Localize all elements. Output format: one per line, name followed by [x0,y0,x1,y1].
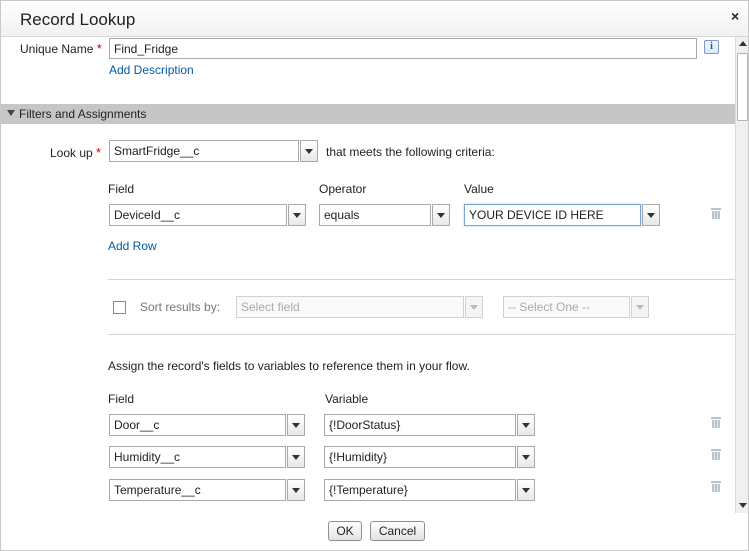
sort-field-select[interactable]: Select field [236,296,484,318]
chevron-down-icon[interactable] [300,140,318,162]
add-description-link[interactable]: Add Description [109,63,194,77]
assignment-variable-header: Variable [325,392,369,406]
chevron-down-icon[interactable] [287,479,305,501]
assignment-variable-select[interactable]: {!Humidity} [324,446,535,468]
assignment-field-select[interactable]: Door__c [109,414,305,436]
unique-name-input[interactable]: Find_Fridge [109,38,697,59]
assignment-variable-value: {!DoorStatus} [324,414,516,436]
chevron-down-icon[interactable] [465,296,483,318]
assignment-variable-value: {!Humidity} [324,446,516,468]
sort-results-label: Sort results by: [140,300,221,314]
assignment-field-value: Temperature__c [109,479,286,501]
delete-assignment-row-trash-icon[interactable] [711,449,721,460]
assignment-variable-select[interactable]: {!DoorStatus} [324,414,535,436]
filter-value-header: Value [464,182,494,196]
vertical-scrollbar[interactable] [735,37,748,513]
divider [108,334,735,335]
lookup-label: Look up * [50,145,102,160]
scroll-thumb[interactable] [737,53,748,121]
lookup-object-select[interactable]: SmartFridge__c [109,140,318,162]
filters-section-title: Filters and Assignments [19,107,147,121]
unique-name-label: Unique Name * [20,41,102,56]
chevron-down-icon[interactable] [287,414,305,436]
assignment-intro-text: Assign the record's fields to variables … [108,359,470,373]
delete-assignment-row-trash-icon[interactable] [711,417,721,428]
filter-field-select[interactable]: DeviceId__c [109,204,306,226]
delete-assignment-row-trash-icon[interactable] [711,481,721,492]
close-icon[interactable]: × [731,8,739,24]
sort-results-checkbox[interactable] [113,301,126,314]
collapse-triangle-icon [7,110,15,116]
info-icon[interactable]: i [704,40,719,54]
chevron-down-icon[interactable] [432,204,450,226]
ok-button[interactable]: OK [328,521,362,541]
lookup-object-value: SmartFridge__c [109,140,299,162]
cancel-button[interactable]: Cancel [370,521,425,541]
record-lookup-dialog: Record Lookup × Unique Name * Find_Fridg… [0,0,749,551]
assignment-field-header: Field [108,392,135,406]
scroll-up-arrow-icon[interactable] [736,37,748,51]
filter-value-dropdown[interactable] [642,204,660,226]
filter-operator-header: Operator [319,182,367,196]
chevron-down-icon[interactable] [517,414,535,436]
add-row-link[interactable]: Add Row [108,239,157,253]
assignment-field-select[interactable]: Temperature__c [109,479,305,501]
criteria-text: that meets the following criteria: [326,145,495,159]
filter-value-input[interactable]: YOUR DEVICE ID HERE [464,204,641,226]
assignment-field-value: Humidity__c [109,446,286,468]
chevron-down-icon[interactable] [517,479,535,501]
sort-order-placeholder: -- Select One -- [503,296,630,318]
chevron-down-icon[interactable] [517,446,535,468]
delete-filter-row-trash-icon[interactable] [711,208,721,219]
divider [108,279,735,280]
dialog-title: Record Lookup [20,10,136,29]
dialog-title-bar: Record Lookup × [1,1,748,37]
assignment-field-select[interactable]: Humidity__c [109,446,305,468]
chevron-down-icon[interactable] [288,204,306,226]
filter-field-value: DeviceId__c [109,204,287,226]
scroll-down-arrow-icon[interactable] [736,499,748,513]
assignment-variable-value: {!Temperature} [324,479,516,501]
chevron-down-icon[interactable] [287,446,305,468]
filters-section-header[interactable]: Filters and Assignments [1,104,735,124]
filter-operator-select[interactable]: equals [319,204,450,226]
assignment-field-value: Door__c [109,414,286,436]
sort-field-placeholder: Select field [236,296,464,318]
required-marker: * [96,145,102,160]
dialog-content: Unique Name * Find_Fridge i Add Descript… [1,37,735,550]
filter-operator-value: equals [319,204,431,226]
chevron-down-icon[interactable] [631,296,649,318]
chevron-down-icon[interactable] [642,204,660,226]
sort-order-select[interactable]: -- Select One -- [503,296,649,318]
assignment-variable-select[interactable]: {!Temperature} [324,479,535,501]
filter-field-header: Field [108,182,135,196]
required-marker: * [96,41,102,56]
